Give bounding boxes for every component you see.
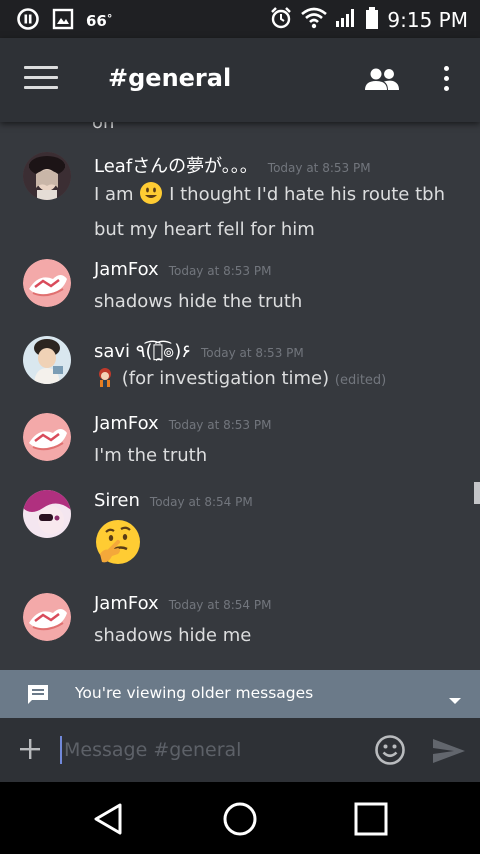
channel-title: #general bbox=[108, 64, 232, 92]
battery-icon bbox=[365, 6, 379, 34]
message-author[interactable]: Leafさんの夢が。。。 bbox=[94, 156, 258, 177]
message-timestamp: Today at 8:53 PM bbox=[168, 264, 272, 278]
message-timestamp: Today at 8:54 PM bbox=[168, 598, 272, 612]
wifi-icon bbox=[301, 7, 328, 33]
message-item[interactable]: JamFox Today at 8:53 PM I'm the truth bbox=[0, 413, 470, 473]
caret-down-icon[interactable] bbox=[448, 690, 462, 709]
message-content: (for investigation time) (edited) bbox=[94, 364, 464, 398]
message-timestamp: Today at 8:53 PM bbox=[168, 418, 272, 432]
older-messages-banner[interactable]: You're viewing older messages bbox=[0, 670, 480, 718]
avatar[interactable] bbox=[23, 152, 71, 200]
message-content: I'm the truth bbox=[94, 445, 208, 466]
pause-circle-icon bbox=[16, 7, 40, 35]
message-item[interactable]: JamFox Today at 8:53 PM shadows hide the … bbox=[0, 259, 470, 319]
custom-character-emoji bbox=[94, 366, 116, 398]
plus-icon[interactable] bbox=[18, 737, 42, 765]
message-item[interactable]: JamFox Today at 8:54 PM shadows hide me bbox=[0, 593, 470, 653]
signal-icon bbox=[335, 7, 357, 33]
cutoff-message-text: on bbox=[92, 122, 115, 133]
temperature: 66° bbox=[86, 12, 113, 30]
message-content: I am I thought I'd hate his route tbh bu… bbox=[94, 180, 464, 245]
edited-label: (edited) bbox=[334, 373, 387, 388]
message-item[interactable]: Leafさんの夢が。。。 Today at 8:53 PM I am I thou… bbox=[0, 152, 470, 242]
avatar[interactable] bbox=[23, 413, 71, 461]
message-item[interactable]: Siren Today at 8:54 PM bbox=[0, 490, 470, 570]
emoji-smiley-icon[interactable] bbox=[374, 734, 406, 770]
message-timestamp: Today at 8:53 PM bbox=[200, 346, 304, 360]
message-content: shadows hide me bbox=[94, 625, 252, 646]
message-composer bbox=[0, 718, 480, 782]
recents-square-icon[interactable] bbox=[354, 802, 388, 840]
message-timestamp: Today at 8:53 PM bbox=[267, 161, 371, 175]
message-bubble-icon bbox=[26, 683, 50, 711]
members-icon[interactable] bbox=[364, 66, 404, 96]
message-author[interactable]: savi ٩(͡๏̯͡๏)۶ bbox=[94, 341, 191, 362]
send-icon[interactable] bbox=[432, 738, 466, 768]
avatar[interactable] bbox=[23, 593, 71, 641]
app-header: #general bbox=[0, 38, 480, 122]
message-author[interactable]: JamFox bbox=[94, 259, 159, 280]
message-timestamp: Today at 8:54 PM bbox=[149, 495, 253, 509]
image-icon bbox=[52, 8, 74, 34]
message-author[interactable]: Siren bbox=[94, 490, 140, 511]
back-triangle-icon[interactable] bbox=[92, 802, 124, 840]
grinning-emoji bbox=[139, 181, 163, 215]
message-item[interactable]: savi ٩(͡๏̯͡๏)۶ Today at 8:53 PM (for inve… bbox=[0, 336, 470, 396]
status-time: 9:15 PM bbox=[387, 8, 468, 32]
avatar[interactable] bbox=[23, 490, 71, 538]
message-list[interactable]: on Leafさんの夢が。。。 Today at 8:53 PM I am I t… bbox=[0, 122, 480, 670]
home-circle-icon[interactable] bbox=[222, 801, 258, 841]
android-nav-bar bbox=[0, 782, 480, 854]
message-author[interactable]: JamFox bbox=[94, 593, 159, 614]
alarm-clock-icon bbox=[269, 6, 293, 34]
message-input[interactable] bbox=[60, 736, 350, 764]
more-vert-icon[interactable] bbox=[436, 66, 456, 96]
message-content: shadows hide the truth bbox=[94, 291, 303, 312]
older-messages-text: You're viewing older messages bbox=[75, 684, 314, 702]
scrollbar-thumb[interactable] bbox=[474, 482, 480, 504]
avatar[interactable] bbox=[23, 259, 71, 307]
hamburger-menu-icon[interactable] bbox=[24, 66, 58, 94]
avatar[interactable] bbox=[23, 336, 71, 384]
thinking-face-emoji bbox=[94, 518, 464, 576]
status-bar: 66° 9:15 PM bbox=[0, 0, 480, 38]
message-author[interactable]: JamFox bbox=[94, 413, 159, 434]
